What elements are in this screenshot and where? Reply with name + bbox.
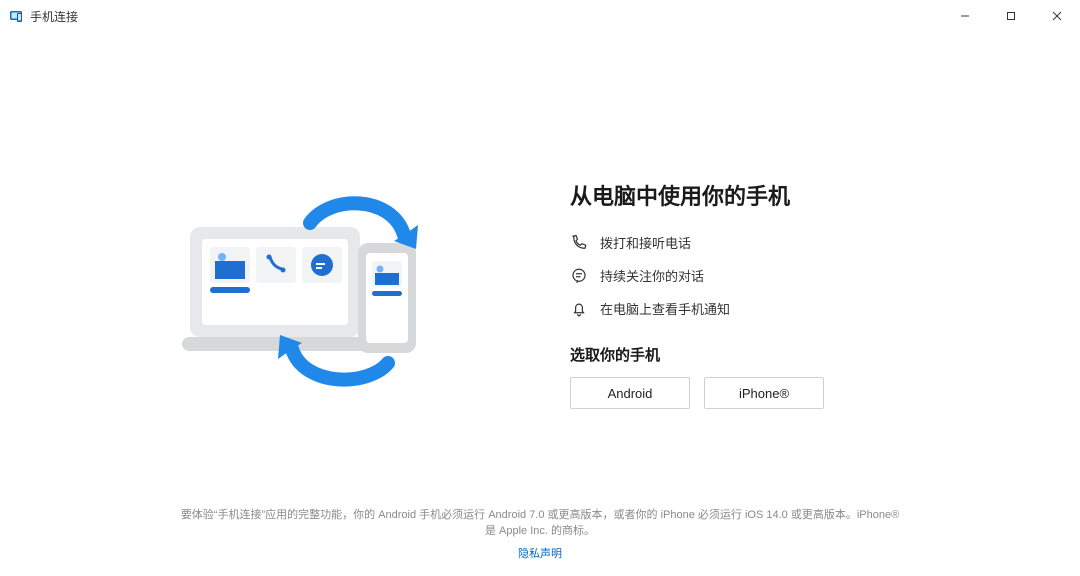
chat-icon bbox=[570, 267, 588, 285]
app-title: 手机连接 bbox=[30, 8, 78, 25]
footer-text: 要体验“手机连接”应用的完整功能，你的 Android 手机必须运行 Andro… bbox=[181, 509, 899, 538]
phone-choice-row: Android iPhone® bbox=[570, 377, 900, 409]
phone-link-illustration bbox=[180, 187, 440, 392]
window-controls bbox=[942, 0, 1080, 32]
select-phone-heading: 选取你的手机 bbox=[570, 344, 900, 365]
feature-label: 在电脑上查看手机通知 bbox=[600, 299, 730, 318]
feature-calls: 拨打和接听电话 bbox=[570, 233, 900, 252]
feature-label: 拨打和接听电话 bbox=[600, 233, 691, 252]
main-content: 从电脑中使用你的手机 拨打和接听电话 持续关注你的对话 bbox=[0, 32, 1080, 576]
android-button[interactable]: Android bbox=[570, 377, 690, 409]
onboarding-panel: 从电脑中使用你的手机 拨打和接听电话 持续关注你的对话 bbox=[570, 179, 900, 409]
app-icon bbox=[8, 8, 24, 24]
titlebar: 手机连接 bbox=[0, 0, 1080, 32]
privacy-link[interactable]: 隐私声明 bbox=[180, 546, 900, 563]
feature-messages: 持续关注你的对话 bbox=[570, 266, 900, 285]
feature-label: 持续关注你的对话 bbox=[600, 266, 704, 285]
page-heading: 从电脑中使用你的手机 bbox=[570, 179, 900, 211]
iphone-button[interactable]: iPhone® bbox=[704, 377, 824, 409]
feature-notifications: 在电脑上查看手机通知 bbox=[570, 299, 900, 318]
close-button[interactable] bbox=[1034, 0, 1080, 32]
phone-icon bbox=[570, 234, 588, 252]
footer: 要体验“手机连接”应用的完整功能，你的 Android 手机必须运行 Andro… bbox=[0, 507, 1080, 563]
bell-icon bbox=[570, 300, 588, 318]
minimize-button[interactable] bbox=[942, 0, 988, 32]
maximize-button[interactable] bbox=[988, 0, 1034, 32]
